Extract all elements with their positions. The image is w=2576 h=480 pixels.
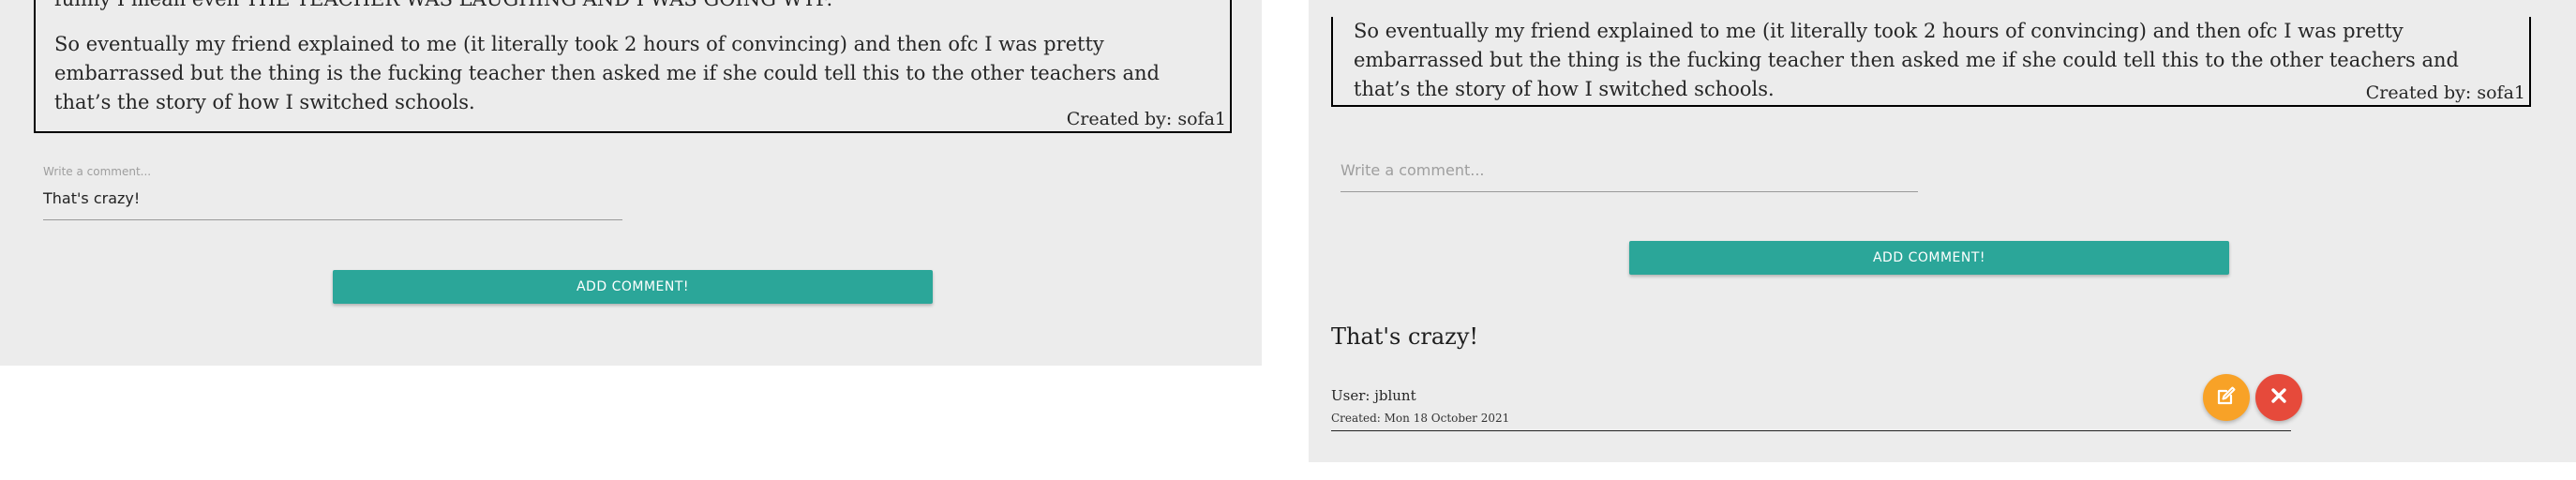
story-text-line: funny I mean even THE TEACHER WAS LAUGHI… [54,0,1217,14]
story-text-paragraph: So eventually my friend explained to me … [1354,20,2459,100]
comment-input-placeholder: Write a comment... [1340,161,1485,179]
left-panel: funny I mean even THE TEACHER WAS LAUGHI… [0,0,1262,366]
created-by-label: Created by: sofa1 [1066,109,1226,129]
comment-input[interactable]: Write a comment... That's crazy! [43,159,622,220]
comment-card: That's crazy! User: jblunt Created: Mon … [1331,314,2302,431]
edit-comment-button[interactable] [2203,374,2250,421]
story-card: funny I mean even THE TEACHER WAS LAUGHI… [34,0,1232,133]
story-card: So eventually my friend explained to me … [1331,17,2531,107]
comment-input-label: Write a comment... [43,165,152,178]
comment-user: User: jblunt [1331,387,1416,404]
add-comment-button[interactable]: ADD COMMENT! [1629,241,2229,275]
comment-input-value[interactable]: That's crazy! [43,189,140,207]
delete-comment-button[interactable] [2255,374,2302,421]
right-panel: So eventually my friend explained to me … [1309,0,2576,462]
add-comment-button[interactable]: ADD COMMENT! [333,270,933,304]
comment-date: Created: Mon 18 October 2021 [1331,412,1510,425]
comment-input[interactable]: Write a comment... [1340,150,1918,192]
created-by-label: Created by: sofa1 [2365,82,2525,103]
close-icon [2269,385,2289,410]
comment-text: That's crazy! [1331,323,1479,350]
edit-icon [2215,384,2238,411]
story-text-paragraph: So eventually my friend explained to me … [54,33,1160,113]
